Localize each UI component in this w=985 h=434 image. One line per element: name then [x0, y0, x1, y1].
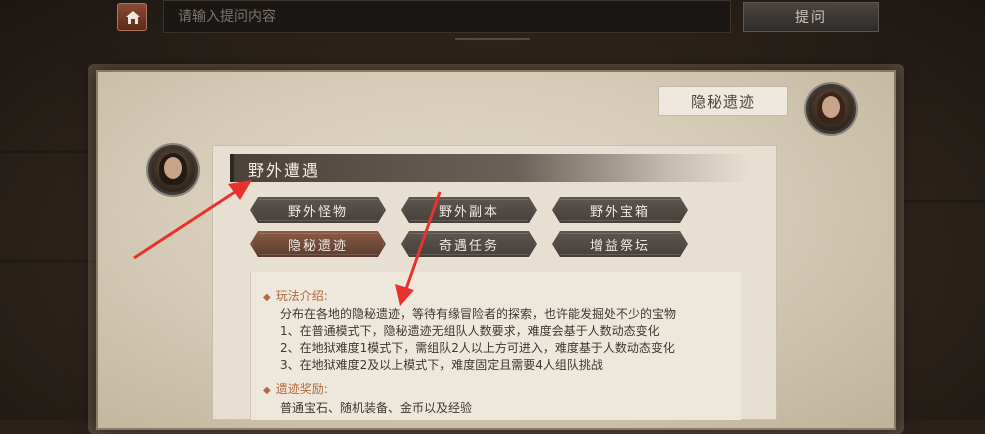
option-button-wild-dungeon[interactable]: 野外副本 [401, 197, 537, 223]
option-button-encounter-quest[interactable]: 奇遇任务 [401, 231, 537, 257]
home-button[interactable] [117, 3, 147, 31]
diamond-bullet-icon: ◆ [263, 292, 271, 303]
background-plank [0, 150, 96, 153]
option-button-buff-altar[interactable]: 增益祭坛 [552, 231, 688, 257]
question-input[interactable] [164, 1, 730, 32]
background-plank [0, 260, 96, 263]
assistant-avatar [148, 145, 198, 195]
option-button-hidden-ruins[interactable]: 隐秘遗迹 [250, 231, 386, 257]
npc-avatar [806, 84, 856, 134]
divider-ornament [455, 38, 530, 54]
intro-heading: ◆ 玩法介绍: [263, 289, 328, 303]
intro-line: 3、在地狱难度2及以上模式下，难度固定且需要4人组队挑战 [280, 358, 603, 372]
reply-title-banner: 野外遭遇 [230, 154, 750, 182]
reward-line: 普通宝石、随机装备、金币以及经验 [280, 401, 473, 415]
top-bar: 提问 [0, 0, 985, 40]
reply-title: 野外遭遇 [248, 161, 321, 180]
npc-question-bubble: 隐秘遗迹 [658, 86, 788, 116]
ask-button[interactable]: 提问 [743, 2, 879, 32]
intro-line: 2、在地狱难度1模式下，需组队2人以上方可进入，难度基于人数动态变化 [280, 341, 675, 355]
option-button-wild-monsters[interactable]: 野外怪物 [250, 197, 386, 223]
intro-line: 分布在各地的隐秘遗迹，等待有缘冒险者的探索，也许能发掘处不少的宝物 [280, 307, 677, 321]
reward-heading: ◆ 遗迹奖励: [263, 382, 328, 396]
option-button-wild-chest[interactable]: 野外宝箱 [552, 197, 688, 223]
diamond-bullet-icon: ◆ [263, 385, 271, 396]
question-search-box[interactable] [163, 0, 731, 33]
background-plank [900, 200, 985, 203]
home-icon [126, 11, 140, 24]
intro-line: 1、在普通模式下，隐秘遗迹无组队人数要求，难度会基于人数动态变化 [280, 324, 660, 338]
